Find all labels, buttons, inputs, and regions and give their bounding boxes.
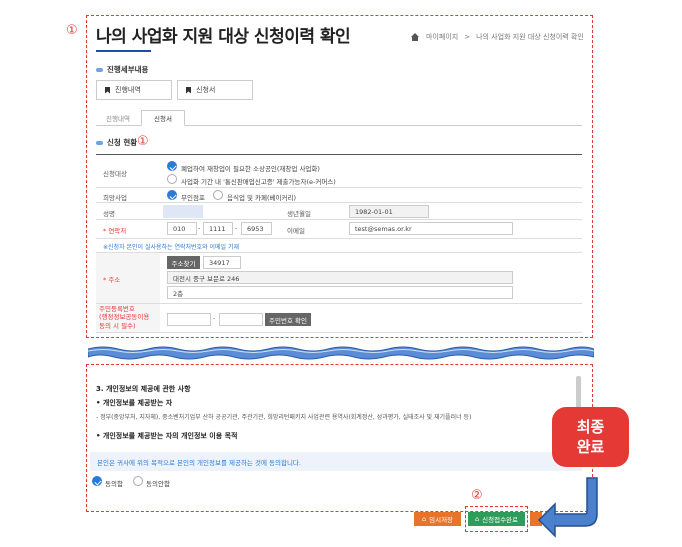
resident-label: 주민등록번호 (행정정보공동이용 동의 시 필수) xyxy=(99,305,149,330)
agree-radio[interactable] xyxy=(92,476,102,486)
row-divider xyxy=(96,219,582,220)
detail-heading-label: 진행세부내용 xyxy=(107,65,149,74)
phone-separator: - xyxy=(235,224,238,232)
birth-field: 1982-01-01 xyxy=(349,205,429,218)
status-section-heading: 신청 현황 xyxy=(96,137,137,148)
breadcrumb: 마이페이지 > 나의 사업화 지원 대상 신청이력 확인 xyxy=(410,32,584,42)
business-option-unmanned-radio[interactable] xyxy=(167,190,177,200)
consent-recipient-heading: • 개인정보를 제공받는 자 xyxy=(96,399,173,407)
address-line1-field: 대전시 중구 보문로 246 xyxy=(167,271,513,284)
row-divider xyxy=(96,252,582,253)
submit-label: 신청접수완료 xyxy=(482,516,519,524)
bookmark-icon xyxy=(105,86,110,94)
form-top-line xyxy=(96,154,582,155)
application-form-label: 신청서 xyxy=(196,86,216,94)
section-bullet-icon xyxy=(96,67,103,72)
home-icon[interactable] xyxy=(410,32,420,42)
business-label: 희망사업 xyxy=(103,194,127,202)
title-underline xyxy=(96,50,151,52)
row-divider xyxy=(96,187,582,188)
detail-section-heading: 진행세부내용 xyxy=(96,64,148,75)
phone-label: * 연락처 xyxy=(103,227,127,235)
temp-save-button[interactable]: ⌂ 임시저장 xyxy=(414,512,461,526)
agree-label: 동의함 xyxy=(105,480,123,488)
business-option-restaurant-radio[interactable] xyxy=(213,190,223,200)
target-label: 신청대상 xyxy=(103,170,127,178)
resident-check-button[interactable]: 주민번호 확인 xyxy=(265,313,311,326)
name-label: 성명 xyxy=(103,210,115,218)
business-option-restaurant-label: 음식업 및 카페(베이커리) xyxy=(227,194,297,202)
phone-field-1[interactable]: 010 xyxy=(167,222,197,235)
submit-application-button[interactable]: ⌂ 신청접수완료 xyxy=(468,512,525,526)
save-icon: ⌂ xyxy=(421,515,427,523)
section-bullet-icon xyxy=(96,140,103,145)
breadcrumb-item-current: 나의 사업화 지원 대상 신청이력 확인 xyxy=(476,33,584,41)
resident-number-front-field[interactable] xyxy=(167,313,211,326)
resident-label-line2: (행정정보공동이용 xyxy=(99,313,150,322)
consent-title: 3. 개인정보의 제공에 관한 사항 xyxy=(96,385,191,393)
page-break-divider xyxy=(88,346,594,360)
birth-label: 생년월일 xyxy=(287,210,311,218)
disagree-label: 동의안함 xyxy=(146,480,170,488)
application-form-button[interactable]: 신청서 xyxy=(177,80,253,100)
email-field[interactable]: test@semas.or.kr xyxy=(349,222,513,235)
final-complete-badge: 최종 완료 xyxy=(552,407,629,467)
phone-separator: - xyxy=(198,224,201,232)
badge-line2: 완료 xyxy=(576,438,605,456)
submit-icon: ⌂ xyxy=(474,515,480,523)
status-heading-label: 신청 현황 xyxy=(107,138,138,147)
progress-history-label: 진행내역 xyxy=(115,86,141,94)
annotation-marker-2: ② xyxy=(471,488,483,503)
consent-recipient-text: - 정부(중앙부처, 지자체), 중소벤처기업부 산하 공공기관, 주관기관, … xyxy=(96,414,472,421)
consent-purpose-heading: • 개인정보를 제공받는 자의 개인정보 이용 목적 xyxy=(96,432,238,440)
email-label: 이메일 xyxy=(287,227,305,235)
row-divider xyxy=(96,332,582,333)
temp-save-label: 임시저장 xyxy=(429,516,454,524)
zip-field: 34917 xyxy=(203,256,241,269)
row-divider xyxy=(96,202,582,203)
page-title: 나의 사업화 지원 대상 신청이력 확인 xyxy=(96,27,351,47)
consent-agree-statement: 본인은 귀사에 위의 목적으로 본인의 개인정보를 제공하는 것에 동의합니다. xyxy=(90,452,582,471)
progress-history-button[interactable]: 진행내역 xyxy=(96,80,172,100)
phone-field-2[interactable]: 1111 xyxy=(203,222,233,235)
target-option-ecommerce-label: 사업화 기간 내 '통신판매업신고증' 제출가능자(e-커머스) xyxy=(181,178,336,186)
address-line2-field[interactable]: 2층 xyxy=(167,286,513,299)
annotation-marker-1b: ① xyxy=(137,134,149,149)
resident-separator: - xyxy=(213,314,216,322)
tab-progress-history[interactable]: 진행내역 xyxy=(96,110,140,126)
resident-label-line3: 동의 시 필수) xyxy=(99,321,136,330)
target-option-ecommerce-radio[interactable] xyxy=(167,174,177,184)
row-divider xyxy=(96,238,582,239)
resident-number-back-field[interactable] xyxy=(219,313,263,326)
contact-note: ※신청자 본인이 실사용하는 연락처번호와 이메일 기재 xyxy=(103,244,240,251)
business-option-unmanned-label: 무인점포 xyxy=(181,194,205,202)
find-address-button[interactable]: 주소찾기 xyxy=(167,256,200,269)
phone-field-3[interactable]: 6953 xyxy=(241,222,272,235)
breadcrumb-item-mypage[interactable]: 마이페이지 xyxy=(426,32,458,42)
bookmark-icon xyxy=(186,86,191,94)
tab-application-form[interactable]: 신청서 xyxy=(141,110,185,126)
badge-line1: 최종 xyxy=(576,417,605,436)
target-option-restart-label: 폐업하여 재창업이 필요한 소상공인(재창업 사업화) xyxy=(181,165,320,173)
address-label: * 주소 xyxy=(103,276,121,284)
breadcrumb-separator: > xyxy=(464,33,471,41)
annotation-marker-1: ① xyxy=(66,23,78,38)
pointer-arrow-icon xyxy=(537,477,598,538)
name-field xyxy=(163,205,203,218)
target-option-restart-radio[interactable] xyxy=(167,161,177,171)
row-divider xyxy=(96,303,582,304)
disagree-radio[interactable] xyxy=(133,476,143,486)
